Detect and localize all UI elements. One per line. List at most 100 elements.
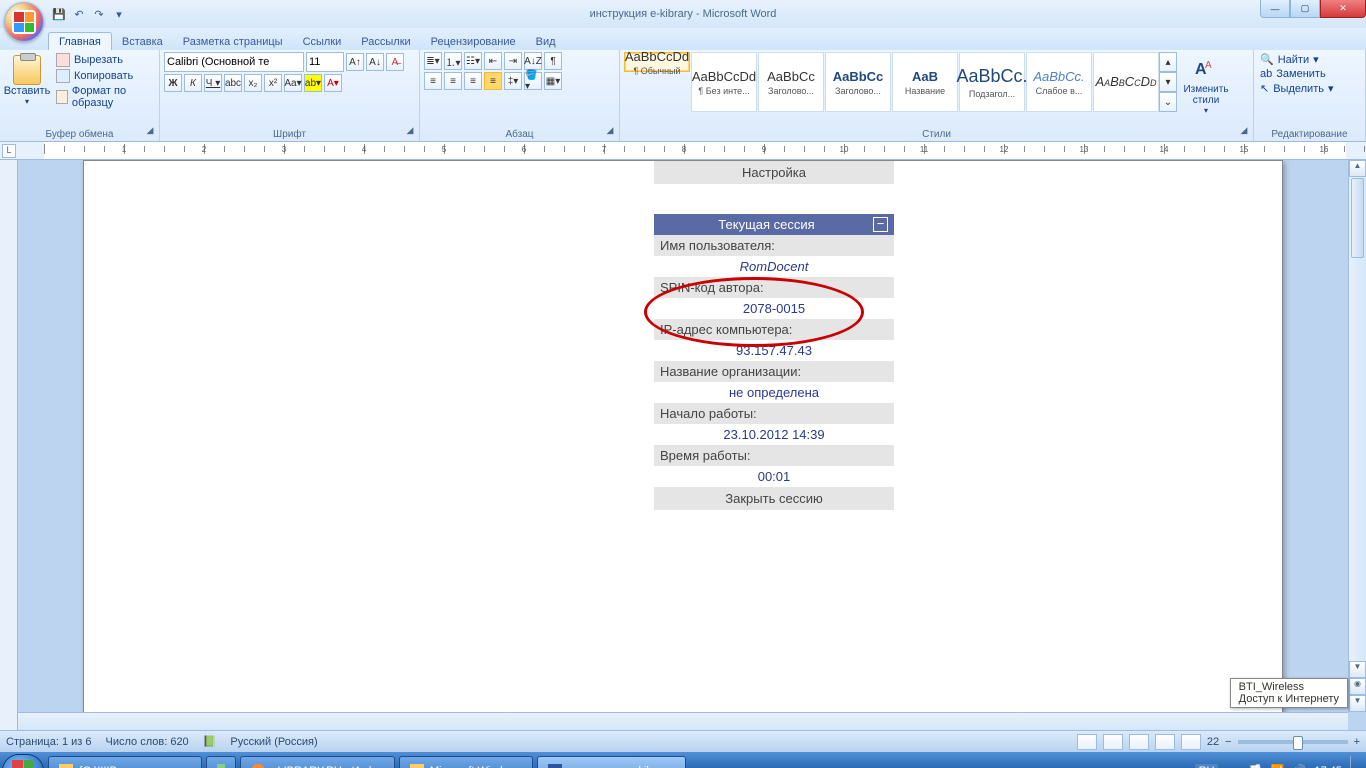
style-heading2[interactable]: AaBbCcЗаголово...	[825, 52, 891, 112]
change-styles-button[interactable]: AA Изменить стили ▾	[1173, 52, 1239, 117]
tab-type-selector[interactable]: L	[2, 144, 16, 158]
bullets-button[interactable]: ≣▾	[424, 52, 442, 70]
replace-button[interactable]: abЗаменить	[1258, 67, 1361, 81]
zoom-slider[interactable]	[1238, 740, 1348, 744]
style-heading1[interactable]: AaBbCcЗаголово...	[758, 52, 824, 112]
maximize-button[interactable]: ▢	[1290, 0, 1320, 18]
bold-button[interactable]: Ж	[164, 74, 182, 92]
style-normal[interactable]: AaBbCcDd¶ Обычный	[624, 52, 690, 72]
tab-home[interactable]: Главная	[48, 32, 112, 50]
redo-icon[interactable]: ↷	[90, 5, 108, 23]
scroll-up-button[interactable]: ▲	[1349, 160, 1366, 177]
align-left-button[interactable]: ≡	[424, 72, 442, 90]
sort-button[interactable]: A↓Z	[524, 52, 542, 70]
close-button[interactable]: ✕	[1320, 0, 1366, 18]
zoom-in-button[interactable]: +	[1354, 736, 1360, 748]
zoom-value[interactable]: 22	[1207, 736, 1219, 748]
horizontal-scrollbar[interactable]	[18, 712, 1348, 730]
prev-page-button[interactable]: ◉	[1349, 678, 1366, 695]
paste-button[interactable]: Вставить ▾	[4, 52, 50, 110]
style-more[interactable]: AaBbCcDd	[1093, 52, 1159, 112]
shading-button[interactable]: 🪣▾	[524, 72, 542, 90]
cut-button[interactable]: Вырезать	[54, 52, 155, 68]
scroll-down-button[interactable]: ▼	[1349, 661, 1366, 678]
task-firefox[interactable]: eLIBRARY.RU - Инф...	[240, 756, 395, 768]
view-outline[interactable]	[1155, 734, 1175, 750]
qat-more-icon[interactable]: ▾	[110, 5, 128, 23]
task-explorer[interactable]: {G:\!!!!Временная па...	[48, 756, 202, 768]
copy-button[interactable]: Копировать	[54, 68, 155, 84]
styles-gallery[interactable]: AaBbCcDd¶ Обычный AaBbCcDd¶ Без инте... …	[624, 52, 1159, 112]
numbering-button[interactable]: ⒈▾	[444, 52, 462, 70]
line-spacing-button[interactable]: ‡▾	[504, 72, 522, 90]
strike-button[interactable]: abc	[224, 74, 242, 92]
styles-launcher[interactable]: ◢	[1237, 125, 1251, 139]
view-full-screen[interactable]	[1103, 734, 1123, 750]
clipboard-launcher[interactable]: ◢	[143, 125, 157, 139]
shrink-font-button[interactable]: A↓	[366, 53, 384, 71]
word-count[interactable]: Число слов: 620	[106, 736, 189, 748]
tab-references[interactable]: Ссылки	[293, 33, 352, 50]
style-subtle[interactable]: AaBbCc.Слабое в...	[1026, 52, 1092, 112]
find-button[interactable]: 🔍Найти ▾	[1258, 52, 1361, 67]
font-launcher[interactable]: ◢	[403, 125, 417, 139]
horizontal-ruler[interactable]: L 12345678910111213141516	[0, 142, 1366, 160]
vertical-scrollbar[interactable]: ▲ ▼ ◉ ▼	[1348, 160, 1366, 712]
select-button[interactable]: ↖Выделить ▾	[1258, 81, 1361, 96]
paragraph-launcher[interactable]: ◢	[603, 125, 617, 139]
minimize-button[interactable]: —	[1260, 0, 1290, 18]
multilevel-button[interactable]: ☷▾	[464, 52, 482, 70]
spell-check-icon[interactable]: 📗	[203, 735, 217, 748]
tab-view[interactable]: Вид	[526, 33, 566, 50]
style-title[interactable]: AaBНазвание	[892, 52, 958, 112]
tab-review[interactable]: Рецензирование	[421, 33, 526, 50]
indent-button[interactable]: ⇥	[504, 52, 522, 70]
italic-button[interactable]: К	[184, 74, 202, 92]
tab-page-layout[interactable]: Разметка страницы	[173, 33, 293, 50]
show-marks-button[interactable]: ¶	[544, 52, 562, 70]
flag-icon[interactable]: 🏳️	[1248, 764, 1262, 768]
change-case-button[interactable]: Aa▾	[284, 74, 302, 92]
start-button[interactable]	[2, 754, 44, 768]
document-area[interactable]: Настройка Текущая сессия − Имя пользоват…	[18, 160, 1348, 730]
vertical-ruler[interactable]	[0, 160, 18, 730]
task-word[interactable]: инструкция e-kibrar...	[537, 756, 685, 768]
undo-icon[interactable]: ↶	[70, 5, 88, 23]
align-center-button[interactable]: ≡	[444, 72, 462, 90]
tab-insert[interactable]: Вставка	[112, 33, 173, 50]
page-indicator[interactable]: Страница: 1 из 6	[6, 736, 92, 748]
view-draft[interactable]	[1181, 734, 1201, 750]
highlight-button[interactable]: ab▾	[304, 74, 322, 92]
font-color-button[interactable]: A▾	[324, 74, 342, 92]
volume-icon[interactable]: 🔊	[1292, 764, 1306, 768]
borders-button[interactable]: ▦▾	[544, 72, 562, 90]
format-painter-button[interactable]: Формат по образцу	[54, 84, 155, 110]
grow-font-button[interactable]: A↑	[346, 53, 364, 71]
style-subtitle[interactable]: AaBbCc.Подзагол...	[959, 52, 1025, 112]
font-name-select[interactable]	[164, 52, 304, 72]
task-windows[interactable]: Microsoft Windows	[399, 756, 533, 768]
view-print-layout[interactable]	[1077, 734, 1097, 750]
underline-button[interactable]: Ч ▾	[204, 74, 222, 92]
tab-mailings[interactable]: Рассылки	[351, 33, 420, 50]
align-right-button[interactable]: ≡	[464, 72, 482, 90]
style-no-spacing[interactable]: AaBbCcDd¶ Без инте...	[691, 52, 757, 112]
outdent-button[interactable]: ⇤	[484, 52, 502, 70]
justify-button[interactable]: ≡	[484, 72, 502, 90]
clear-format-button[interactable]: A̶	[386, 53, 404, 71]
office-button[interactable]	[4, 2, 44, 42]
scroll-thumb[interactable]	[1351, 178, 1364, 258]
next-page-button[interactable]: ▼	[1349, 695, 1366, 712]
input-lang[interactable]: RU	[1195, 764, 1219, 768]
zoom-out-button[interactable]: −	[1225, 736, 1231, 748]
task-app2[interactable]	[206, 756, 236, 768]
network-icon[interactable]: 📶	[1270, 764, 1284, 768]
subscript-button[interactable]: x₂	[244, 74, 262, 92]
language-indicator[interactable]: Русский (Россия)	[230, 736, 317, 748]
superscript-button[interactable]: x²	[264, 74, 282, 92]
font-size-select[interactable]	[306, 52, 344, 72]
tray-show-hidden[interactable]: ▴	[1226, 764, 1240, 768]
save-icon[interactable]: 💾	[50, 5, 68, 23]
view-web[interactable]	[1129, 734, 1149, 750]
show-desktop-button[interactable]	[1350, 756, 1358, 768]
